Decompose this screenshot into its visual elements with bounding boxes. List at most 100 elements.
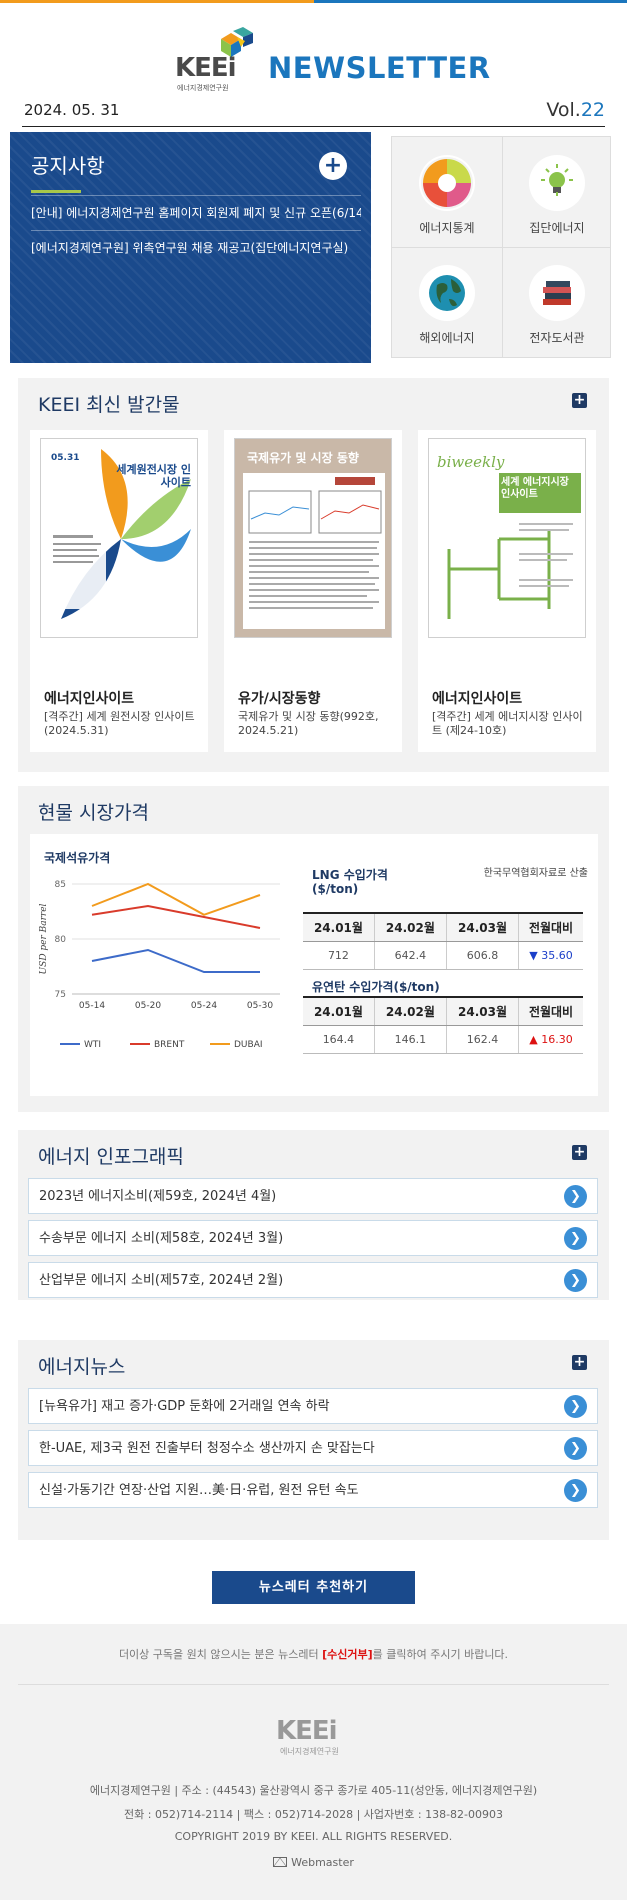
news-item[interactable]: [뉴욕유가] 재고 증가·GDP 둔화에 2거래일 연속 하락 ❯	[28, 1388, 598, 1424]
infographic-item[interactable]: 수송부문 에너지 소비(제58호, 2024년 3월) ❯	[28, 1220, 598, 1256]
news-item-label: 한-UAE, 제3국 원전 진출부터 청정수소 생산까지 손 맞잡는다	[39, 1441, 375, 1456]
keei-logo[interactable]: KEEi 에너지경제연구원	[175, 27, 267, 93]
section-title: 현물 시장가격	[38, 802, 149, 824]
news-item[interactable]: 한-UAE, 제3국 원전 진출부터 청정수소 생산까지 손 맞잡는다 ❯	[28, 1430, 598, 1466]
news-item[interactable]: 신설·가동기간 연장·산업 지원…美·日·유럽, 원전 유턴 속도 ❯	[28, 1472, 598, 1508]
table-header: 24.03월	[445, 996, 519, 1026]
news-item-label: 신설·가동기간 연장·산업 지원…美·日·유럽, 원전 유턴 속도	[39, 1483, 359, 1498]
logo-subtitle: 에너지경제연구원	[177, 84, 229, 92]
publication-desc: [격주간] 세계 에너지시장 인사이트 (제24-10호)	[432, 710, 583, 737]
arrow-right-icon[interactable]: ❯	[564, 1437, 587, 1460]
infographic-item[interactable]: 2023년 에너지소비(제59호, 2024년 4월) ❯	[28, 1178, 598, 1214]
arrow-right-icon[interactable]: ❯	[564, 1395, 587, 1418]
infographic-item-label: 산업부문 에너지 소비(제57호, 2024년 2월)	[39, 1273, 284, 1288]
legend-entry: WTI	[84, 1040, 101, 1050]
x-tick-label: 05-30	[247, 1001, 273, 1011]
table-header: 24.03월	[445, 912, 519, 942]
series-line-wti	[91, 948, 260, 973]
section-title: 에너지뉴스	[38, 1356, 126, 1378]
pie-chart-icon	[419, 155, 475, 211]
table-cell: 642.4	[373, 941, 447, 970]
table-header: 24.02월	[373, 912, 447, 942]
table-cell: 712	[303, 941, 375, 970]
publications-section: KEEI 최신 발간물 + 05.31 세계원전시장 인사이트 에너지인사이트 …	[18, 378, 609, 772]
x-tick-label: 05-14	[79, 1001, 105, 1011]
arrow-right-icon[interactable]: ❯	[564, 1479, 587, 1502]
infographic-section: 에너지 인포그래픽 + 2023년 에너지소비(제59호, 2024년 4월) …	[18, 1130, 609, 1300]
y-tick-label: 80	[55, 935, 67, 945]
volume-label: Vol.22	[546, 99, 605, 121]
section-title: KEEI 최신 발간물	[38, 394, 180, 416]
cover-title: 세계원전시장 인사이트	[116, 463, 191, 489]
quick-link-district-energy[interactable]: 집단에너지	[502, 137, 612, 247]
news-section: 에너지뉴스 + [뉴욕유가] 재고 증가·GDP 둔화에 2거래일 연속 하락 …	[18, 1340, 609, 1540]
footer-address: 에너지경제연구원 | 주소 : (44543) 울산광역시 중구 종가로 405…	[89, 1784, 538, 1797]
publication-card[interactable]: biweekly 세계 에너지시장 인사이트 에너지인사이트 [격주간] 세계 …	[418, 430, 596, 752]
issue-date: 2024. 05. 31	[24, 101, 120, 119]
unsubscribe-link[interactable]: [수신거부]	[322, 1648, 373, 1661]
notice-item[interactable]: [안내] 에너지경제연구원 홈페이지 회원제 폐지 및 신규 오픈(6/14	[31, 195, 361, 230]
publication-cover: 05.31 세계원전시장 인사이트	[40, 438, 198, 638]
legend-entry: BRENT	[154, 1040, 185, 1050]
logo-text: KEEi	[175, 53, 237, 83]
publication-desc: [격주간] 세계 원전시장 인사이트(2024.5.31)	[44, 710, 195, 737]
infographic-item-label: 수송부문 에너지 소비(제58호, 2024년 3월)	[39, 1231, 284, 1246]
news-item-label: [뉴욕유가] 재고 증가·GDP 둔화에 2거래일 연속 하락	[39, 1399, 330, 1414]
infographic-item[interactable]: 산업부문 에너지 소비(제57호, 2024년 2월) ❯	[28, 1262, 598, 1298]
footer: 더이상 구독을 원치 않으시는 분은 뉴스레터 [수신거부]를 클릭하여 주시기…	[0, 1624, 627, 1900]
footer-copyright: COPYRIGHT 2019 BY KEEI. ALL RIGHTS RESER…	[174, 1830, 453, 1843]
books-icon	[529, 265, 585, 321]
header: KEEi 에너지경제연구원 NEWSLETTER	[0, 3, 627, 95]
quick-link-label: 해외에너지	[419, 331, 475, 345]
lng-source: 한국무역협회자료로 산출	[483, 868, 588, 879]
quick-link-overseas-energy[interactable]: 해외에너지	[392, 247, 502, 357]
x-tick-label: 05-24	[191, 1001, 217, 1011]
plus-circle-icon[interactable]: +	[319, 152, 347, 180]
plus-square-icon[interactable]: +	[572, 393, 587, 408]
publication-card[interactable]: 05.31 세계원전시장 인사이트 에너지인사이트 [격주간] 세계 원전시장 …	[30, 430, 208, 752]
publication-desc: 국제유가 및 시장 동향(992호, 2024.5.21)	[238, 710, 379, 737]
lng-price-table: 24.01월 24.02월 24.03월 전월대비 712 642.4 606.…	[303, 912, 583, 970]
table-header: 전월대비	[518, 912, 583, 942]
newsletter-title: NEWSLETTER	[268, 51, 491, 85]
cover-date: 05.31	[51, 453, 80, 463]
table-cell: 606.8	[445, 941, 519, 970]
arrow-right-icon[interactable]: ❯	[564, 1185, 587, 1208]
arrow-right-icon[interactable]: ❯	[564, 1227, 587, 1250]
quick-links: 에너지통계 집단에너지 해외에너지 전자도서관	[391, 136, 611, 358]
envelope-icon	[273, 1857, 288, 1867]
footer-contact: 전화 : 052)714-2114 | 팩스 : 052)714-2028 | …	[124, 1808, 503, 1821]
table-header: 전월대비	[518, 996, 583, 1026]
table-cell: 164.4	[303, 1025, 375, 1054]
quick-link-e-library[interactable]: 전자도서관	[502, 247, 612, 357]
lightbulb-icon	[529, 155, 585, 211]
import-price-box: LNG 수입가격 ($/ton) 한국무역협회자료로 산출 24.01월 24.…	[288, 834, 598, 1096]
publication-name: 유가/시장동향	[238, 691, 321, 707]
down-triangle-icon: ▼	[529, 948, 538, 962]
notice-underline	[31, 190, 81, 193]
publication-card[interactable]: 국제유가 및 시장 동향 유가/시장동향 국제유가 및 시장 동향(992호, …	[224, 430, 402, 752]
table-header: 24.02월	[373, 996, 447, 1026]
notice-title: 공지사항	[31, 154, 105, 178]
legend-entry: DUBAI	[234, 1040, 263, 1050]
footer-logo: KEEi	[276, 1716, 338, 1746]
notice-item[interactable]: [에너지경제연구원] 위촉연구원 채용 재공고(집단에너지연구실)	[31, 230, 361, 265]
change-cell: ▲ 16.30	[518, 1025, 583, 1054]
x-tick-label: 05-20	[135, 1001, 161, 1011]
recommend-newsletter-button[interactable]: 뉴스레터 추천하기	[212, 1571, 415, 1604]
section-title: 에너지 인포그래픽	[38, 1146, 184, 1168]
date-line: 2024. 05. 31 Vol.22	[22, 97, 605, 127]
plus-square-icon[interactable]: +	[572, 1355, 587, 1370]
publication-name: 에너지인사이트	[432, 691, 523, 707]
plus-square-icon[interactable]: +	[572, 1145, 587, 1160]
quick-link-label: 집단에너지	[529, 221, 585, 235]
notice-panel: 공지사항 + [안내] 에너지경제연구원 홈페이지 회원제 폐지 및 신규 오픈…	[10, 132, 371, 363]
lng-title: LNG 수입가격 ($/ton)	[312, 868, 388, 896]
y-tick-label: 85	[55, 880, 66, 890]
y-axis-label: USD per Barrel	[39, 903, 49, 974]
quick-link-energy-stats[interactable]: 에너지통계	[392, 137, 502, 247]
y-tick-label: 75	[55, 990, 66, 1000]
publication-cover: 국제유가 및 시장 동향	[234, 438, 392, 638]
webmaster-link[interactable]: Webmaster	[0, 1856, 627, 1869]
arrow-right-icon[interactable]: ❯	[564, 1269, 587, 1292]
